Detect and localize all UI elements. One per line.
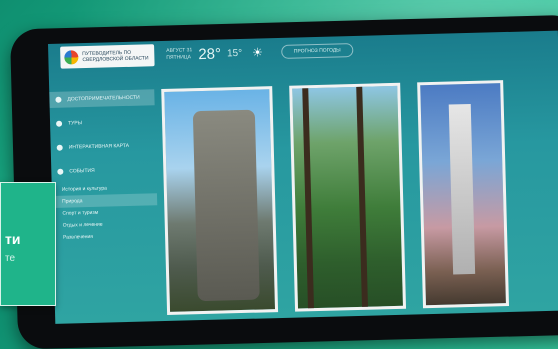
tours-icon (56, 120, 63, 127)
sidebar-item-events[interactable]: СОБЫТИЯ (51, 161, 156, 180)
temperature-day: 28° (198, 44, 222, 63)
rock-image (192, 109, 260, 302)
forecast-button[interactable]: ПРОГНОЗ ПОГОДЫ (280, 43, 354, 59)
sidebar-item-label: ИНТЕРАКТИВНАЯ КАРТА (68, 142, 130, 151)
logo-text: ПУТЕВОДИТЕЛЬ ПО СВЕРДЛОВСКОЙ ОБЛАСТИ (82, 49, 148, 63)
sidebar-item-attractions[interactable]: ДОСТОПРИМЕЧАТЕЛЬНОСТИ (49, 89, 155, 108)
tablet-screen: ПУТЕВОДИТЕЛЬ ПО СВЕРДЛОВСКОЙ ОБЛАСТИ АВГ… (48, 30, 558, 324)
events-icon (57, 168, 64, 175)
logo-line-2: СВЕРДЛОВСКОЙ ОБЛАСТИ (82, 55, 149, 64)
date-block: АВГУСТ 31 ПЯТНИЦА (166, 47, 192, 62)
date-line-2: ПЯТНИЦА (166, 54, 191, 61)
sun-icon: ☀ (251, 45, 264, 60)
attraction-card-forest[interactable] (289, 82, 407, 312)
sidebar-item-label: СОБЫТИЯ (69, 167, 95, 175)
sidebar-item-label: ДОСТОПРИМЕЧАТЕЛЬНОСТИ (67, 94, 140, 103)
overlay-title: ти (5, 231, 21, 247)
attractions-icon (55, 96, 62, 103)
temperature-night: 15° (226, 47, 243, 59)
sidebar-item-map[interactable]: ИНТЕРАКТИВНАЯ КАРТА (51, 137, 156, 156)
tree-image (356, 86, 368, 307)
attraction-card-rock[interactable] (161, 86, 279, 315)
attraction-card-tower[interactable] (417, 80, 510, 309)
logo-mark-icon (64, 50, 79, 65)
tree-image (302, 88, 315, 309)
app-logo[interactable]: ПУТЕВОДИТЕЛЬ ПО СВЕРДЛОВСКОЙ ОБЛАСТИ (60, 44, 155, 69)
map-icon (56, 144, 63, 151)
sidebar-item-label: ТУРЫ (68, 120, 83, 127)
subitem-entertainment[interactable]: Развлечения (53, 229, 158, 244)
tower-image (448, 103, 476, 275)
overlay-panel[interactable]: ти те (0, 182, 56, 306)
overlay-subtitle: те (5, 253, 16, 264)
sidebar-item-tours[interactable]: ТУРЫ (50, 113, 155, 132)
sidebar: ДОСТОПРИМЕЧАТЕЛЬНОСТИ ТУРЫ ИНТЕРАКТИВНАЯ… (49, 89, 158, 244)
